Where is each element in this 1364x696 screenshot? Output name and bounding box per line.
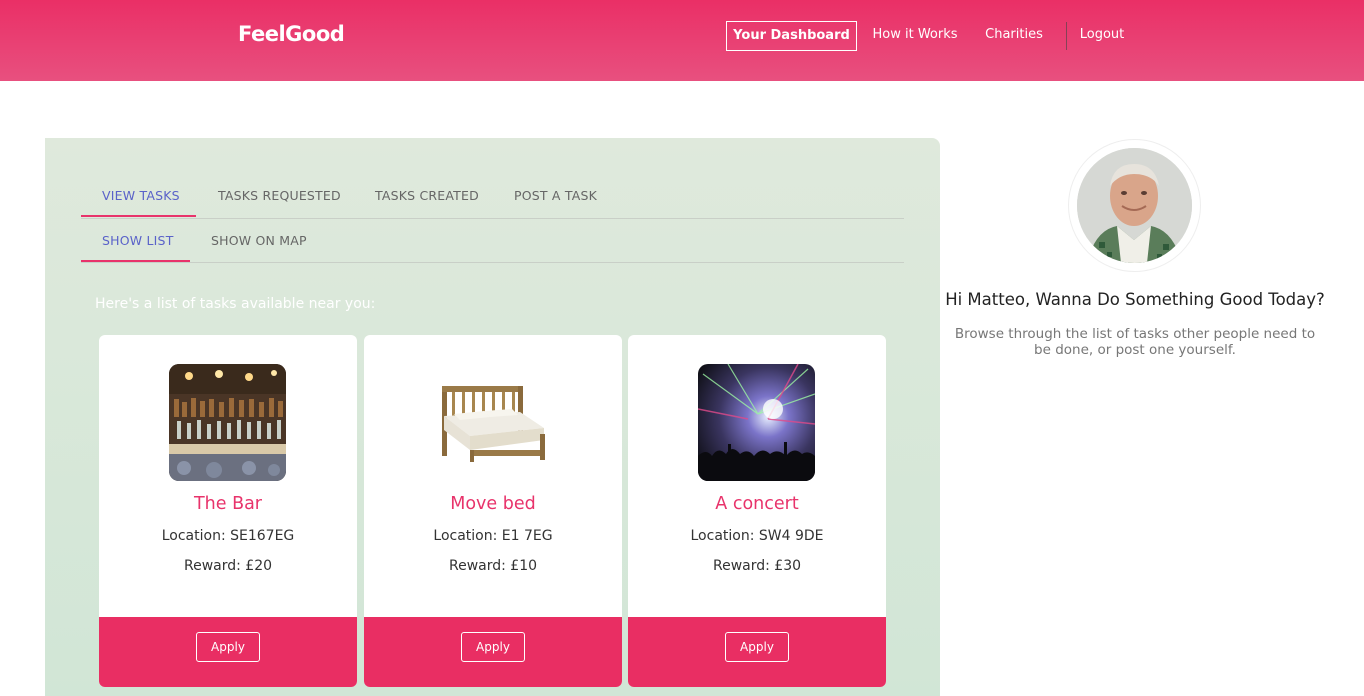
task-card-footer: Apply bbox=[99, 617, 357, 687]
tab-tasks-requested[interactable]: TASKS REQUESTED bbox=[218, 188, 341, 203]
apply-button[interactable]: Apply bbox=[196, 632, 260, 662]
nav-charities-link[interactable]: Charities bbox=[980, 21, 1048, 51]
task-reward: Reward: £20 bbox=[183, 558, 273, 574]
bar-photo bbox=[169, 364, 286, 481]
subtabs-divider bbox=[81, 262, 904, 263]
tab-show-on-map[interactable]: SHOW ON MAP bbox=[211, 233, 307, 248]
task-title[interactable]: The Bar bbox=[99, 494, 357, 514]
task-reward: Reward: £30 bbox=[712, 558, 802, 574]
task-title[interactable]: A concert bbox=[628, 494, 886, 514]
task-card: Move bed Location: E1 7EG Reward: £10 Ap… bbox=[364, 335, 622, 687]
intro-text: Here's a list of tasks available near yo… bbox=[95, 296, 376, 312]
task-title[interactable]: Move bed bbox=[364, 494, 622, 514]
apply-button[interactable]: Apply bbox=[461, 632, 525, 662]
concert-photo bbox=[698, 364, 815, 481]
tab-show-list[interactable]: SHOW LIST bbox=[102, 233, 174, 248]
greeting-subtitle: Browse through the list of tasks other p… bbox=[954, 326, 1316, 358]
task-reward: Reward: £10 bbox=[448, 558, 538, 574]
logo[interactable]: FeelGood bbox=[238, 22, 345, 46]
tab-tasks-created[interactable]: TASKS CREATED bbox=[375, 188, 479, 203]
nav-logout-link[interactable]: Logout bbox=[1076, 21, 1128, 51]
tab-post-a-task[interactable]: POST A TASK bbox=[514, 188, 597, 203]
avatar[interactable] bbox=[1077, 148, 1192, 263]
tab-active-underline bbox=[81, 215, 196, 217]
nav-how-it-works-link[interactable]: How it Works bbox=[866, 21, 964, 51]
task-card: The Bar Location: SE167EG Reward: £20 Ap… bbox=[99, 335, 357, 687]
greeting-heading: Hi Matteo, Wanna Do Something Good Today… bbox=[945, 290, 1325, 309]
task-location: Location: SW4 9DE bbox=[690, 528, 824, 544]
task-location: Location: SE167EG bbox=[161, 528, 295, 544]
task-card-footer: Apply bbox=[364, 617, 622, 687]
tab-view-tasks[interactable]: VIEW TASKS bbox=[102, 188, 180, 203]
task-card-footer: Apply bbox=[628, 617, 886, 687]
task-location: Location: E1 7EG bbox=[433, 528, 553, 544]
tasks-panel: VIEW TASKS TASKS REQUESTED TASKS CREATED… bbox=[45, 138, 940, 696]
apply-button[interactable]: Apply bbox=[725, 632, 789, 662]
top-header: FeelGood Your Dashboard How it Works Cha… bbox=[0, 0, 1364, 81]
bed-photo bbox=[434, 364, 551, 481]
nav-divider bbox=[1066, 22, 1067, 50]
task-card: A concert Location: SW4 9DE Reward: £30 … bbox=[628, 335, 886, 687]
tabs-divider bbox=[81, 218, 904, 219]
nav-your-dashboard-button[interactable]: Your Dashboard bbox=[726, 21, 857, 51]
